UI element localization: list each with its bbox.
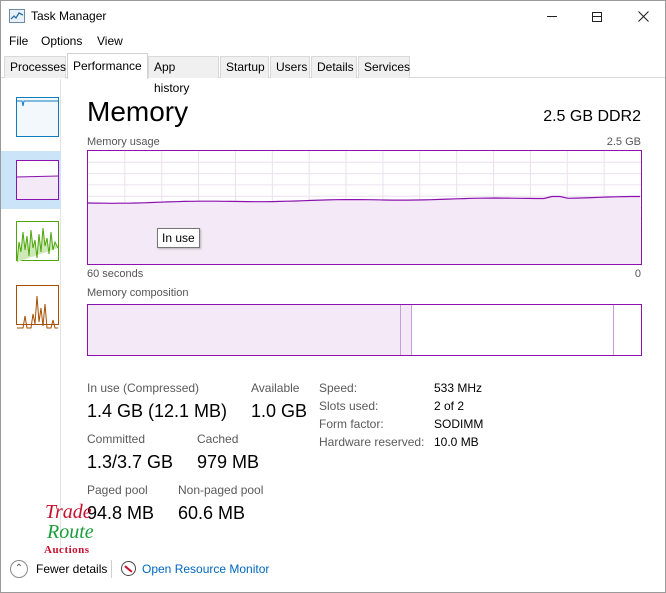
menu-view[interactable]: View: [97, 34, 123, 48]
task-manager-window: Task Manager File Options View Processes…: [0, 0, 666, 593]
memory-capacity: 2.5 GB DDR2: [543, 108, 641, 125]
non-paged-pool-value: 60.6 MB: [178, 503, 246, 523]
task-manager-icon: [9, 9, 25, 23]
sidebar-item-network[interactable]: [7, 279, 61, 331]
chevron-up-icon[interactable]: ⌃: [10, 560, 28, 578]
available-value: 1.0 GB: [251, 401, 308, 421]
fewer-details-link[interactable]: Fewer details: [36, 562, 107, 576]
committed-label: Committed: [87, 432, 146, 446]
memory-usage-label: Memory usage: [87, 136, 160, 148]
in-use-tooltip: In use: [157, 228, 200, 248]
speed-value: 533 MHz: [434, 381, 483, 395]
memory-composition-label: Memory composition: [87, 287, 189, 299]
tab-services[interactable]: Services: [358, 56, 410, 78]
menu-bar: File Options View: [1, 32, 665, 52]
sidebar-item-cpu[interactable]: [7, 91, 61, 143]
in-use-value: 1.4 GB (12.1 MB): [87, 401, 228, 421]
committed-value: 1.3/3.7 GB: [87, 452, 174, 472]
close-button[interactable]: [620, 1, 665, 32]
menu-file[interactable]: File: [9, 34, 28, 48]
memory-composition-bar[interactable]: [87, 304, 642, 356]
cached-label: Cached: [197, 432, 239, 446]
maximize-button-area[interactable]: [575, 1, 619, 32]
menu-options[interactable]: Options: [41, 34, 82, 48]
title-bar[interactable]: Task Manager: [1, 1, 665, 32]
composition-in-use: [88, 305, 401, 355]
network-thumbnail: [16, 285, 59, 329]
minimize-button-area[interactable]: [529, 1, 575, 32]
tab-strip: Processes Performance App history Startu…: [1, 53, 665, 95]
hardware-reserved-value: 10.0 MB: [434, 435, 479, 449]
memory-thumbnail: [16, 160, 59, 200]
tab-app-history[interactable]: App history: [148, 56, 219, 95]
page-title: Memory: [87, 96, 189, 127]
tab-startup[interactable]: Startup: [220, 56, 269, 78]
tab-details[interactable]: Details: [311, 56, 357, 78]
window-title: Task Manager: [31, 9, 107, 23]
sidebar-item-disk[interactable]: [7, 215, 61, 267]
open-resource-monitor-link[interactable]: Open Resource Monitor: [142, 562, 269, 576]
slots-used-label: Slots used:: [319, 399, 379, 413]
minimize-line-icon: [547, 16, 557, 18]
resource-monitor-icon[interactable]: [121, 561, 136, 576]
non-paged-pool-label: Non-paged pool: [178, 483, 264, 497]
logo-line-route: Route: [47, 521, 94, 543]
form-factor-label: Form factor:: [319, 417, 384, 431]
cpu-thumbnail: [16, 97, 59, 137]
slots-used-value: 2 of 2: [434, 399, 465, 413]
paged-pool-label: Paged pool: [87, 483, 148, 497]
tab-performance[interactable]: Performance: [67, 53, 148, 79]
composition-modified: [401, 305, 412, 355]
resource-sidebar: [1, 79, 61, 549]
tab-users[interactable]: Users: [270, 56, 310, 78]
available-label: Available: [251, 381, 300, 395]
hardware-reserved-label: Hardware reserved:: [319, 435, 425, 449]
tab-processes[interactable]: Processes: [4, 56, 66, 78]
time-axis-start: 60 seconds: [87, 268, 144, 280]
disk-thumbnail: [16, 221, 59, 263]
close-icon: [637, 11, 649, 23]
sidebar-item-memory[interactable]: [1, 151, 61, 209]
footer-bar: ⌃ Fewer details Open Resource Monitor: [1, 555, 665, 585]
footer-divider: [111, 560, 112, 578]
cached-value: 979 MB: [197, 452, 260, 472]
maximize-icon: [592, 11, 602, 22]
in-use-label: In use (Compressed): [87, 381, 200, 395]
trade-route-auctions-logo: Trade Route Auctions: [41, 501, 141, 561]
composition-standby: [412, 305, 614, 355]
form-factor-value: SODIMM: [434, 417, 484, 431]
memory-usage-max: 2.5 GB: [606, 136, 641, 148]
time-axis-end: 0: [634, 268, 641, 280]
speed-label: Speed:: [319, 381, 358, 395]
